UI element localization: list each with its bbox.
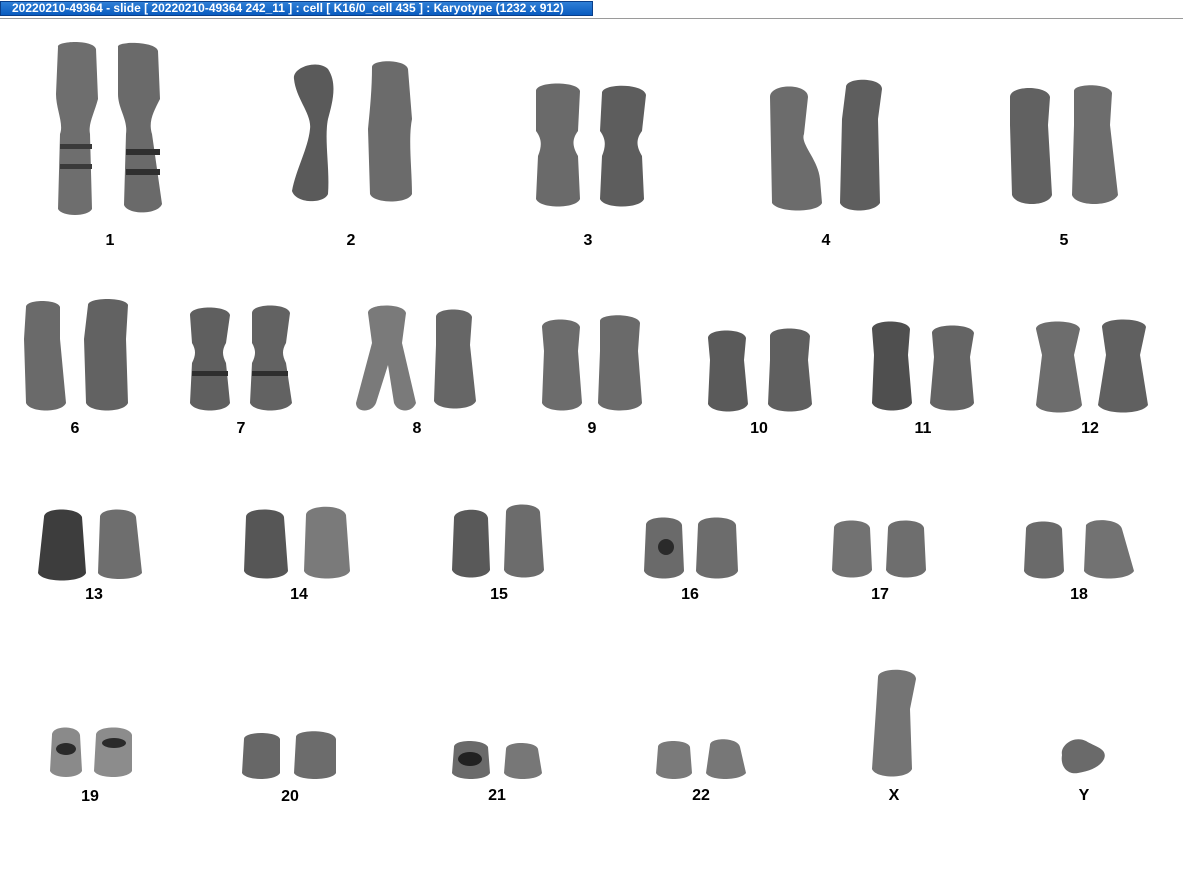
chromosome-pair-5[interactable]: 5 (1006, 85, 1126, 249)
chromosome-pair-4-image (770, 79, 882, 211)
chromosome-label-1: 1 (105, 232, 115, 249)
chromosome-x-image (872, 669, 916, 777)
chromosome-label-y: Y (1078, 787, 1090, 804)
chromosome-label-3: 3 (583, 232, 593, 249)
chromosome-label-21: 21 (488, 787, 506, 804)
chromosome-pair-11[interactable]: 11 (868, 321, 980, 449)
chromosome-label-12: 12 (1081, 420, 1099, 437)
chromosome-pair-11-image (872, 321, 974, 411)
chromosome-pair-14[interactable]: 14 (242, 505, 356, 617)
chromosome-label-22: 22 (692, 787, 710, 804)
chromosome-pair-7-image (190, 305, 292, 411)
chromosome-pair-12[interactable]: 12 (1032, 319, 1150, 449)
chromosome-label-18: 18 (1070, 586, 1088, 603)
chromosome-pair-18-image (1024, 520, 1134, 579)
chromosome-label-19: 19 (81, 788, 99, 805)
chromosome-pair-9[interactable]: 9 (538, 315, 648, 449)
chromosome-pair-8-image (356, 305, 476, 411)
chromosome-label-7: 7 (236, 420, 246, 437)
chromosome-pair-7[interactable]: 7 (186, 305, 298, 449)
chromosome-pair-22[interactable]: 22 (654, 739, 750, 818)
chromosome-pair-17-image (832, 520, 926, 578)
chromosome-label-4: 4 (821, 232, 831, 249)
chromosome-label-9: 9 (587, 420, 597, 437)
chromosome-pair-1[interactable]: 1 (48, 39, 173, 249)
chromosome-pair-16-image (644, 517, 738, 579)
chromosome-pair-22-image (656, 739, 746, 779)
chromosome-pair-18[interactable]: 18 (1022, 520, 1136, 617)
chromosome-pair-2[interactable]: 2 (288, 59, 418, 249)
chromosome-label-11: 11 (914, 420, 932, 437)
window-title[interactable]: 20220210-49364 - slide [ 20220210-49364 … (0, 1, 593, 16)
chromosome-pair-13[interactable]: 13 (36, 507, 148, 617)
chromosome-pair-19-image (50, 727, 132, 777)
chromosome-pair-15[interactable]: 15 (450, 504, 550, 617)
chromosome-pair-17[interactable]: 17 (830, 520, 932, 617)
chromosome-pair-10[interactable]: 10 (704, 328, 816, 449)
chromosome-label-17: 17 (871, 586, 889, 603)
chromosome-pair-3-image (536, 83, 646, 207)
chromosome-pair-13-image (38, 509, 142, 581)
chromosome-pair-20-image (242, 731, 336, 779)
chromosome-label-2: 2 (346, 232, 356, 249)
chromosome-pair-2-image (292, 61, 412, 202)
karyotype-canvas: 1 2 3 4 5 6 7 8 9 10 11 12 13 14 15 16 1… (0, 19, 1183, 887)
chromosome-pair-8[interactable]: 8 (354, 305, 484, 449)
chromosome-pair-16[interactable]: 16 (642, 515, 742, 617)
chromosome-pair-21-image (452, 741, 542, 779)
chromosome-pair-20[interactable]: 20 (240, 731, 340, 818)
chromosome-label-20: 20 (281, 788, 299, 805)
chromosome-pair-6[interactable]: 6 (22, 299, 132, 449)
chromosome-pair-5-image (1010, 85, 1118, 204)
chromosome-pair-14-image (244, 506, 350, 579)
chromosome-y-image (1061, 739, 1105, 774)
chromosome-x[interactable]: X (864, 669, 924, 818)
chromosome-pair-15-image (452, 504, 544, 578)
chromosome-label-8: 8 (412, 420, 422, 437)
chromosome-pair-6-image (24, 299, 128, 411)
chromosome-label-16: 16 (681, 586, 699, 603)
chromosome-label-13: 13 (85, 586, 103, 603)
chromosome-label-10: 10 (750, 420, 768, 437)
chromosome-y[interactable]: Y (1054, 735, 1114, 818)
chromosome-pair-9-image (542, 315, 642, 411)
chromosome-pair-21[interactable]: 21 (450, 739, 546, 818)
chromosome-label-5: 5 (1059, 232, 1069, 249)
chromosome-pair-4[interactable]: 4 (764, 79, 894, 249)
chromosome-label-14: 14 (290, 586, 308, 603)
chromosome-label-6: 6 (70, 420, 80, 437)
chromosome-pair-10-image (708, 328, 812, 412)
chromosome-pair-1-image (56, 42, 162, 215)
chromosome-pair-3[interactable]: 3 (532, 81, 652, 249)
chromosome-pair-12-image (1036, 319, 1148, 413)
chromosome-pair-19[interactable]: 19 (48, 727, 136, 818)
window-title-bar: 20220210-49364 - slide [ 20220210-49364 … (0, 0, 1183, 19)
chromosome-label-15: 15 (490, 586, 508, 603)
chromosome-label-x: X (888, 787, 900, 804)
